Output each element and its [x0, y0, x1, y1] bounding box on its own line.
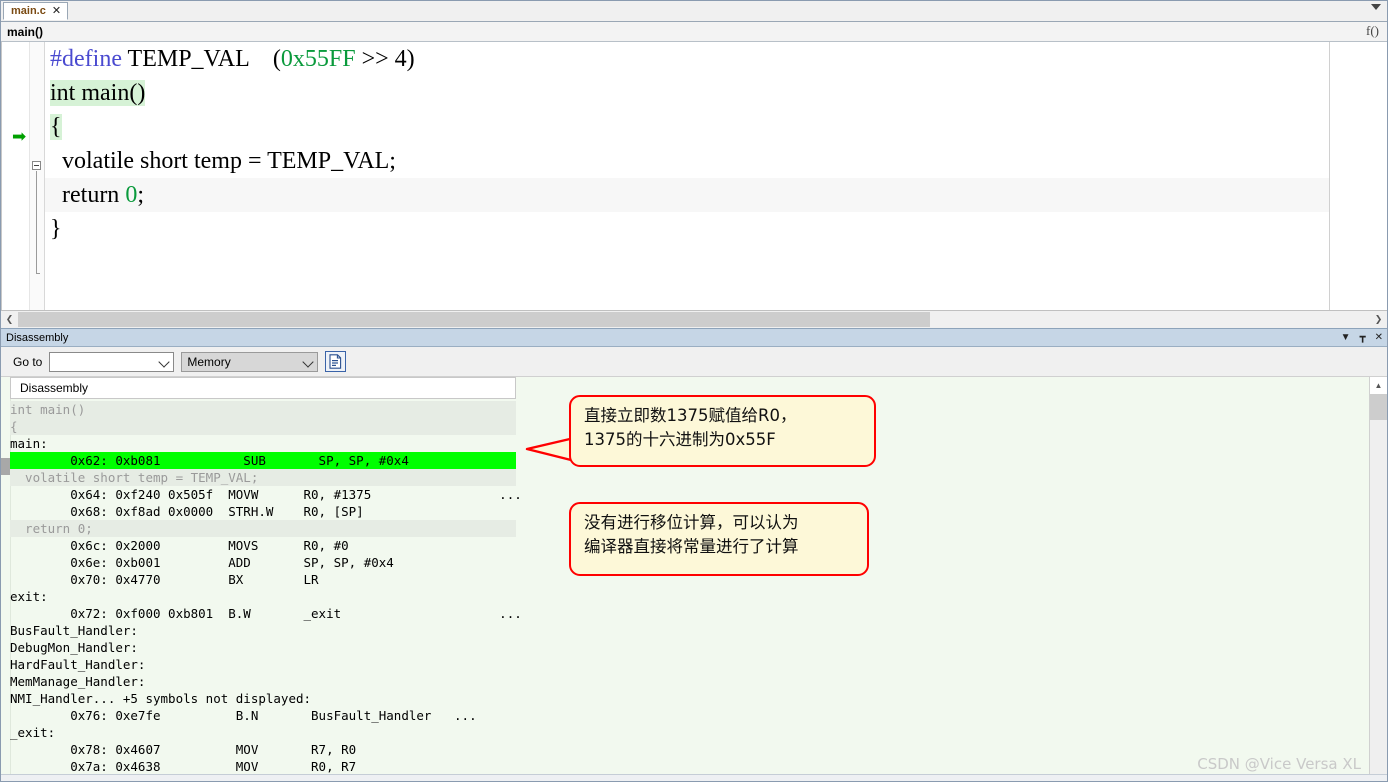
disassembly-line[interactable]: _exit: [10, 724, 55, 741]
macro-keyword: #define [50, 46, 122, 72]
code-line-4: volatile short temp = TEMP_VAL; [45, 144, 1387, 178]
return-keyword: return [50, 182, 126, 208]
disassembly-toolbar: Go to Memory [1, 347, 1387, 377]
fold-range-end [36, 273, 40, 274]
breadcrumb-path[interactable]: main() [1, 25, 43, 39]
callout-movw: 直接立即数1375赋值给R0， 1375的十六进制为0x55F [569, 395, 876, 467]
return-value: 0 [125, 182, 138, 208]
callout-movw-line1: 直接立即数1375赋值给R0， [584, 406, 797, 425]
editor-hscroll-thumb[interactable] [18, 312, 930, 327]
callout-no-shift-line1: 没有进行移位计算，可以认为 [584, 513, 799, 532]
disassembly-line[interactable]: return 0; [10, 520, 516, 537]
disassembly-line[interactable]: 0x62: 0xb081 SUB SP, SP, #0x4 [10, 452, 516, 469]
disassembly-line[interactable]: 0x64: 0xf240 0x505f MOVW R0, #1375 ... [10, 486, 522, 503]
current-instruction-marker [1, 458, 10, 475]
main-signature: int main() [50, 80, 146, 106]
disassembly-line[interactable]: 0x68: 0xf8ad 0x0000 STRH.W R0, [SP] [10, 503, 364, 520]
disassembly-line[interactable]: 0x6c: 0x2000 MOVS R0, #0 [10, 537, 348, 554]
scroll-up-icon[interactable]: ▲ [1370, 377, 1387, 394]
scroll-left-icon[interactable]: ❮ [1, 312, 18, 327]
code-line-6: } [45, 212, 1387, 246]
disassembly-line[interactable]: 0x6e: 0xb001 ADD SP, SP, #0x4 [10, 554, 394, 571]
status-bar [1, 774, 1387, 781]
disassembly-line[interactable]: 0x72: 0xf000 0xb801 B.W _exit ... [10, 605, 522, 622]
disassembly-listing[interactable]: Disassembly int main(){main: 0x62: 0xb08… [1, 377, 1387, 781]
disassembly-line[interactable]: 0x70: 0x4770 BX LR [10, 571, 318, 588]
editor-horizontal-scrollbar[interactable]: ❮ ❯ [1, 310, 1387, 328]
breadcrumb: main() f() [1, 22, 1387, 42]
callout-no-shift: 没有进行移位计算，可以认为 编译器直接将常量进行了计算 [569, 502, 869, 576]
memory-select[interactable]: Memory [181, 351, 319, 372]
disassembly-line[interactable]: 0x7a: 0x4638 MOV R0, R7 [10, 758, 356, 775]
editor-marker-gutter[interactable]: ➡ [2, 42, 29, 310]
chevron-down-icon[interactable] [158, 355, 171, 368]
disassembly-line[interactable]: MemManage_Handler: [10, 673, 145, 690]
editor-fold-gutter[interactable] [29, 42, 45, 310]
disassembly-vertical-scrollbar[interactable]: ▲ [1369, 377, 1387, 781]
execution-pointer-icon: ➡ [12, 127, 27, 146]
disassembly-line[interactable]: DebugMon_Handler: [10, 639, 138, 656]
memory-value: Memory [187, 354, 231, 369]
fold-range-line [36, 171, 37, 273]
editor-right-gutter [1329, 42, 1387, 310]
disassembly-line[interactable]: int main() [10, 401, 516, 418]
chevron-down-icon[interactable] [1371, 4, 1381, 10]
tab-main-c[interactable]: main.c ✕ [3, 2, 69, 20]
macro-shift-expr: >> 4 [355, 46, 407, 72]
code-line-3: { [45, 110, 1387, 144]
disassembly-panel: Disassembly ▼ ┳ ✕ Go to Memory Disassemb… [1, 328, 1387, 781]
return-semicolon: ; [137, 182, 144, 208]
code-editor[interactable]: ➡ #define TEMP_VAL (0x55FF >> 4) int mai… [1, 42, 1387, 310]
function-icon[interactable]: f() [1366, 23, 1379, 39]
editor-tab-bar: main.c ✕ [1, 1, 1387, 22]
disassembly-line[interactable]: main: [10, 435, 48, 452]
brace-open: { [50, 114, 62, 140]
macro-hex-literal: 0x55FF [280, 46, 356, 72]
code-line-1: #define TEMP_VAL (0x55FF >> 4) [45, 42, 1387, 76]
disassembly-vscroll-thumb[interactable] [1370, 394, 1387, 420]
brace-close: } [50, 216, 62, 242]
disassembly-line[interactable]: NMI_Handler... +5 symbols not displayed: [10, 690, 311, 707]
disassembly-line[interactable]: volatile short temp = TEMP_VAL; [10, 469, 516, 486]
chevron-down-icon[interactable] [302, 355, 315, 368]
goto-input[interactable] [49, 351, 175, 372]
temp-declaration: volatile short temp = TEMP_VAL; [50, 148, 396, 174]
disassembly-line[interactable]: 0x76: 0xe7fe B.N BusFault_Handler ... [10, 707, 476, 724]
disassembly-line[interactable]: { [10, 418, 516, 435]
disassembly-line[interactable]: 0x78: 0x4607 MOV R7, R0 [10, 741, 356, 758]
panel-close-icon[interactable]: ✕ [1375, 332, 1383, 343]
disassembly-line[interactable]: BusFault_Handler: [10, 622, 138, 639]
editor-text-area[interactable]: #define TEMP_VAL (0x55FF >> 4) int main(… [45, 42, 1387, 310]
ide-window: main.c ✕ main() f() ➡ #define TEMP_VAL (… [0, 0, 1388, 782]
close-icon[interactable]: ✕ [52, 5, 61, 17]
pin-icon[interactable]: ┳ [1360, 332, 1366, 343]
goto-label: Go to [13, 354, 43, 369]
tab-label: main.c [11, 4, 46, 17]
disassembly-line[interactable]: HardFault_Handler: [10, 656, 145, 673]
disassembly-list-header: Disassembly [10, 377, 516, 399]
scroll-right-icon[interactable]: ❯ [1370, 312, 1387, 327]
fold-collapse-icon[interactable] [32, 161, 41, 170]
callout-no-shift-line2: 编译器直接将常量进行了计算 [584, 536, 799, 556]
callout-movw-line2: 1375的十六进制为0x55F [584, 429, 776, 449]
code-line-5: return 0; [45, 178, 1387, 212]
disassembly-vscroll-track[interactable] [1370, 420, 1387, 781]
editor-hscroll-track[interactable] [18, 312, 1370, 327]
macro-paren-close: ) [406, 46, 415, 72]
panel-title-bar[interactable]: Disassembly ▼ ┳ ✕ [1, 328, 1387, 347]
panel-menu-icon[interactable]: ▼ [1341, 332, 1351, 343]
watermark: CSDN @Vice Versa XL [1197, 755, 1361, 773]
code-line-2: int main() [45, 76, 1387, 110]
macro-paren-open: ( [248, 46, 281, 72]
document-icon[interactable] [325, 351, 347, 372]
panel-title: Disassembly [6, 331, 69, 344]
macro-name: TEMP_VAL [121, 46, 249, 72]
disassembly-line[interactable]: exit: [10, 588, 48, 605]
